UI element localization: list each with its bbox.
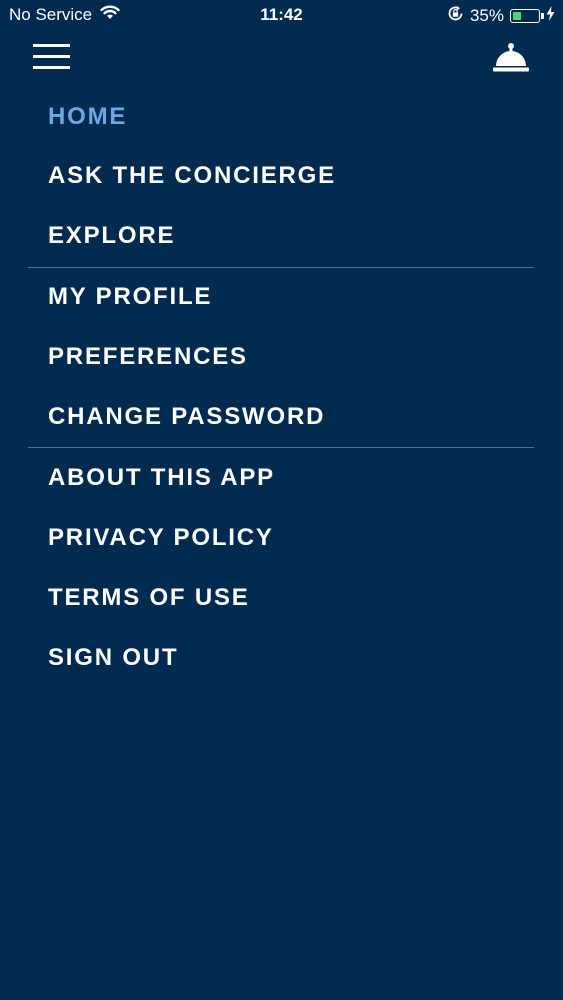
menu-item-my-profile[interactable]: MY PROFILE <box>48 277 212 317</box>
menu-item-change-password[interactable]: CHANGE PASSWORD <box>48 397 325 437</box>
menu-divider <box>28 447 534 448</box>
battery-icon <box>510 9 544 23</box>
hamburger-icon[interactable] <box>33 44 70 70</box>
menu-item-terms-of-use[interactable]: TERMS OF USE <box>48 578 250 618</box>
charging-bolt-icon <box>546 6 555 26</box>
status-right: 35% <box>447 5 555 27</box>
menu-divider <box>28 267 534 268</box>
battery-cap <box>541 13 544 19</box>
menu-item-about-this-app[interactable]: ABOUT THIS APP <box>48 458 275 498</box>
status-bar: No Service 11:42 35% <box>0 0 563 30</box>
menu-item-ask-the-concierge[interactable]: ASK THE CONCIERGE <box>48 156 336 196</box>
battery-fill <box>513 12 521 20</box>
service-bell-icon[interactable] <box>492 42 530 74</box>
menu-item-explore[interactable]: EXPLORE <box>48 216 175 256</box>
menu-item-privacy-policy[interactable]: PRIVACY POLICY <box>48 518 274 558</box>
orientation-lock-icon <box>447 5 464 27</box>
menu-item-home[interactable]: HOME <box>48 97 127 137</box>
menu-item-preferences[interactable]: PREFERENCES <box>48 337 248 377</box>
app-screen: No Service 11:42 35% HOME ASK THE CONCIE… <box>0 0 563 1000</box>
menu-item-sign-out[interactable]: SIGN OUT <box>48 638 178 678</box>
battery-percent: 35% <box>469 6 504 25</box>
